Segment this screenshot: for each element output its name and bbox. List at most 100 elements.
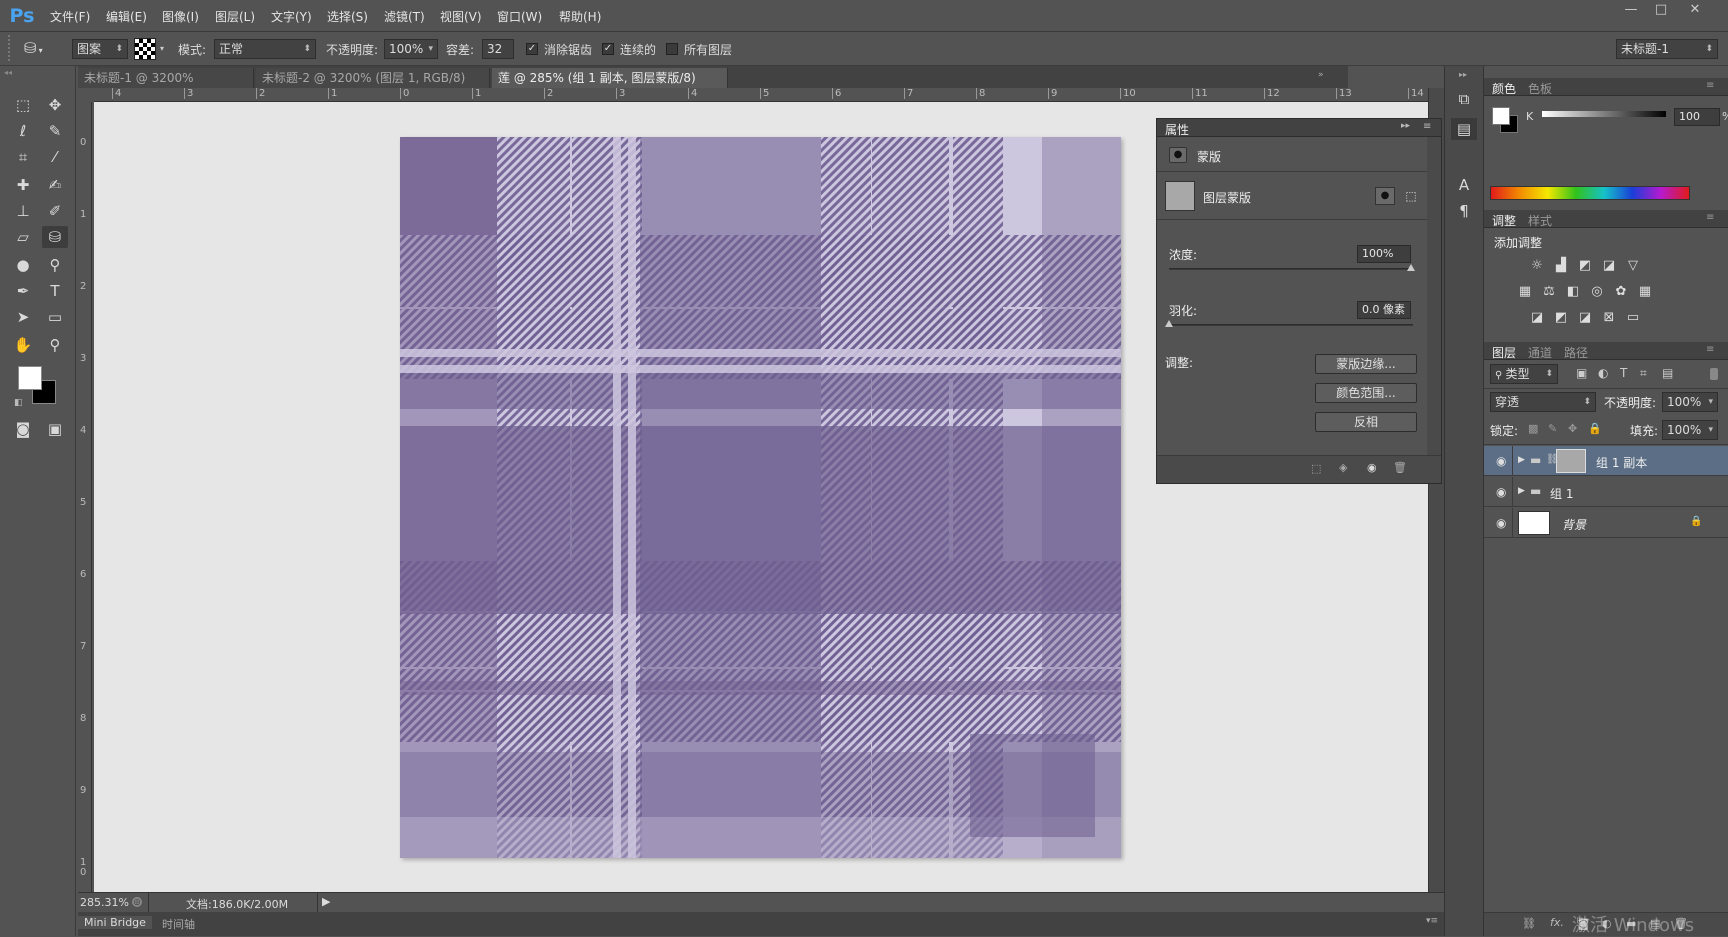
lock-transparency-icon[interactable]: ▩ [1528,422,1538,435]
tab-adjustments[interactable]: 调整 [1492,212,1516,229]
feather-input[interactable]: 0.0 像素 [1357,301,1411,319]
layer-row-group-1[interactable]: ◉ ▶ ▬ 组 1 [1484,477,1728,507]
density-slider-handle[interactable] [1407,264,1415,271]
brightness-icon[interactable]: ☼ [1528,258,1546,274]
tab-color[interactable]: 颜色 [1492,80,1516,97]
default-colors-icon[interactable]: ◧ [14,398,24,408]
brush-tool-icon[interactable]: ✍ [42,174,68,196]
tab-lotus[interactable]: 莲 @ 285% (组 1 副本, 图层蒙版/8) *× [492,68,728,105]
menu-select[interactable]: 选择(S) [327,8,368,25]
color-balance-icon[interactable]: ⚖ [1540,284,1558,300]
properties-scrollbar[interactable] [1427,137,1441,455]
healing-brush-icon[interactable]: ✚ [10,174,36,196]
antialias-checkbox[interactable]: ✓ [526,43,538,55]
layer-filter-select[interactable]: ⚲ 类型 ⬍ [1490,364,1558,384]
menu-filter[interactable]: 滤镜(T) [384,8,425,25]
menu-type[interactable]: 文字(Y) [271,8,312,25]
color-lookup-icon[interactable]: ▦ [1636,284,1654,300]
restore-button[interactable]: □ [1646,0,1676,20]
menu-layer[interactable]: 图层(L) [215,8,255,25]
marquee-tool-icon[interactable]: ⬚ [10,94,36,116]
filter-shape-icon[interactable]: ⌗ [1640,366,1647,381]
dodge-tool-icon[interactable]: ⚲ [42,254,68,276]
color-spectrum[interactable] [1490,186,1690,200]
load-selection-icon[interactable]: ⬚ [1311,462,1321,475]
tab-channels[interactable]: 通道 [1528,344,1552,361]
filter-smart-icon[interactable]: ▤ [1662,366,1673,380]
fill-source-select[interactable]: 图案 ⬍ [72,39,128,59]
tools-collapse-icon[interactable]: ◂◂ [4,68,72,77]
toggle-mask-icon[interactable]: ◉ [1367,461,1377,474]
pattern-dropdown-icon[interactable]: ▾ [160,44,164,53]
layer-row-background[interactable]: ◉ 背景 🔒 [1484,508,1728,538]
zoom-tool-icon[interactable]: ⚲ [42,334,68,356]
crop-tool-icon[interactable]: ⌗ [10,146,36,168]
foreground-color-swatch[interactable] [18,366,42,390]
tab-timeline[interactable]: 时间轴 [158,916,199,932]
pen-tool-icon[interactable]: ✒ [10,280,36,302]
expand-arrow-icon[interactable]: ▶ [1518,455,1525,465]
threshold-icon[interactable]: ◪ [1576,310,1594,326]
tab-swatches[interactable]: 色板 [1528,80,1552,97]
dock-expand-icon[interactable]: ▸▸ [1459,70,1467,79]
feather-slider[interactable] [1169,324,1413,326]
paint-bucket-tool-icon[interactable]: ⛁ [42,226,68,248]
visibility-eye-icon[interactable]: ◉ [1496,516,1506,530]
visibility-eye-icon[interactable]: ◉ [1496,485,1506,499]
feather-slider-handle[interactable] [1165,320,1173,327]
black-white-icon[interactable]: ◧ [1564,284,1582,300]
layer-name[interactable]: 背景 [1562,516,1586,533]
properties-menu-icon[interactable]: ≡ [1423,121,1431,132]
color-panel-menu-icon[interactable]: ≡ [1706,80,1714,91]
type-tool-icon[interactable]: T [42,280,68,302]
menu-window[interactable]: 窗口(W) [497,8,542,25]
layer-row-group-copy[interactable]: ◉ ▶ ▬ ⛓ 组 1 副本 [1484,446,1728,476]
adjust-panel-menu-icon[interactable]: ≡ [1706,212,1714,223]
exposure-icon[interactable]: ◪ [1600,258,1618,274]
rectangle-tool-icon[interactable]: ▭ [42,306,68,328]
vector-mask-icon[interactable]: ⬚ [1401,187,1421,205]
zoom-level[interactable]: 285.31% [80,896,129,909]
background-thumbnail[interactable] [1518,511,1550,535]
opacity-input[interactable]: 100% ▾ [384,39,438,59]
tolerance-input[interactable]: 32 [482,39,514,59]
layer-name[interactable]: 组 1 副本 [1596,454,1647,471]
vibrance-icon[interactable]: ▽ [1624,258,1642,274]
eyedropper-icon[interactable]: ⁄ [42,146,68,168]
mask-edge-button[interactable]: 蒙版边缘... [1315,354,1417,374]
history-panel-icon[interactable]: ⧉ [1451,88,1477,110]
fill-input[interactable]: 100% ▾ [1662,420,1718,440]
color-range-button[interactable]: 颜色范围... [1315,383,1417,403]
visibility-eye-icon[interactable]: ◉ [1496,454,1506,468]
filter-toggle[interactable] [1710,368,1718,380]
tab-untitled-2[interactable]: 未标题-2 @ 3200% (图层 1, RGB/8) *× [256,68,490,105]
paint-bucket-icon[interactable]: ⛁ ▾ [24,39,60,59]
close-button[interactable]: ✕ [1680,0,1710,20]
k-value-input[interactable]: 100 [1674,108,1720,126]
apply-mask-icon[interactable]: ◈ [1339,461,1347,474]
character-panel-icon[interactable]: A [1451,174,1477,196]
color-fg-swatch[interactable] [1492,107,1510,125]
density-slider[interactable] [1169,268,1413,270]
all-layers-checkbox[interactable] [666,43,678,55]
tabs-overflow-icon[interactable]: » [1318,70,1324,80]
curves-icon[interactable]: ◩ [1576,258,1594,274]
status-menu-arrow-icon[interactable]: ▶ [322,895,330,908]
layer-name[interactable]: 组 1 [1550,485,1573,502]
pattern-picker[interactable] [134,38,156,60]
eraser-icon[interactable]: ▱ [10,226,36,248]
contiguous-checkbox[interactable]: ✓ [602,43,614,55]
filter-adjust-icon[interactable]: ◐ [1598,366,1608,380]
workspace-select[interactable]: 未标题-1 ⬍ [1616,39,1718,59]
lock-all-icon[interactable]: 🔒 [1588,422,1602,435]
lock-pixels-icon[interactable]: ✎ [1548,422,1557,435]
density-input[interactable]: 100% [1357,245,1411,263]
lasso-tool-icon[interactable]: ℓ [10,120,36,142]
tab-untitled-1[interactable]: 未标题-1 @ 3200%(RGB/8)× [78,68,254,105]
layer-mask-thumb[interactable] [1556,449,1586,473]
properties-panel-icon[interactable]: ▤ [1451,118,1477,140]
quick-mask-icon[interactable]: ◙ [10,418,36,440]
hand-tool-icon[interactable]: ✋ [10,334,36,356]
tab-layers[interactable]: 图层 [1492,344,1516,361]
posterize-icon[interactable]: ◩ [1552,310,1570,326]
